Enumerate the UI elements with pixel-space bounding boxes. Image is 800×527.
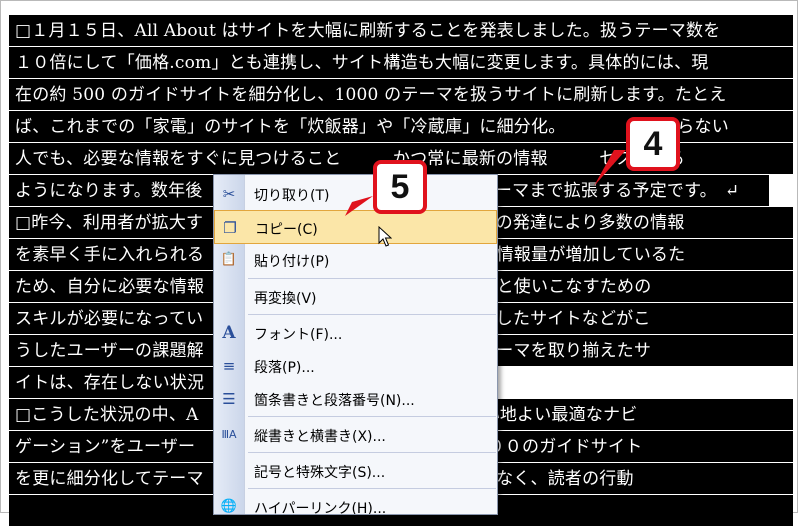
menu-item-bullets-numbering[interactable]: ☰ 箇条書きと段落番号(N)... <box>214 382 497 416</box>
menu-item-label: 段落(P)... <box>254 360 315 376</box>
font-icon: A <box>222 323 236 343</box>
menu-item-label: コピー(C) <box>255 222 318 238</box>
menu-item-label: 切り取り(T) <box>254 188 330 204</box>
menu-item-label: 記号と特殊文字(S)... <box>254 465 386 481</box>
menu-separator <box>248 452 496 453</box>
callout-step-5: 5 <box>373 160 427 214</box>
menu-item-paste[interactable]: 📋 貼り付け(P) <box>214 243 497 277</box>
menu-item-label: フォント(F)... <box>254 327 343 343</box>
menu-item-symbols[interactable]: 記号と特殊文字(S)... <box>214 454 497 488</box>
callout-step-4: 4 <box>626 117 680 171</box>
line-text: １０倍にして「価格.com」とも連携し、サイト構造も大幅に変更します。具体的には… <box>15 53 709 73</box>
text-line[interactable]: □１月１５日、All About はサイトを大幅に刷新することを発表しました。扱… <box>9 15 793 47</box>
line-text <box>15 499 32 523</box>
mouse-cursor-icon <box>378 226 392 247</box>
paste-icon: 📋 <box>220 252 238 267</box>
vertical-text-icon: ⅢA <box>221 428 237 441</box>
menu-separator <box>248 488 496 489</box>
menu-item-paragraph[interactable]: ≡ 段落(P)... <box>214 349 497 383</box>
copy-icon: ❐ <box>223 219 237 237</box>
menu-item-label: ハイパーリンク(H)... <box>254 501 387 515</box>
context-menu: ✂ 切り取り(T) ❐ コピー(C) 📋 貼り付け(P) 再変換(V) A フォ… <box>213 174 498 515</box>
line-text: イトは、存在しない状況 <box>15 373 205 393</box>
bullets-icon: ☰ <box>222 390 236 408</box>
menu-item-hyperlink[interactable]: 🌐 ハイパーリンク(H)... <box>214 490 497 515</box>
menu-separator <box>248 314 496 315</box>
text-line[interactable]: 在の約 500 のガイドサイトを細分化し、1000 のテーマを扱うサイトに刷新し… <box>9 79 793 111</box>
menu-item-label: 箇条書きと段落番号(N)... <box>254 393 415 409</box>
menu-item-cut[interactable]: ✂ 切り取り(T) <box>214 177 497 211</box>
menu-item-text-direction[interactable]: ⅢA 縦書きと横書き(X)... <box>214 418 497 452</box>
line-text: 在の約 500 のガイドサイトを細分化し、1000 のテーマを扱うサイトに刷新し… <box>15 85 727 105</box>
text-line[interactable]: １０倍にして「価格.com」とも連携し、サイト構造も大幅に変更します。具体的には… <box>9 47 793 79</box>
menu-item-label: 貼り付け(P) <box>254 254 330 270</box>
scissors-icon: ✂ <box>222 185 236 203</box>
line-text: 人でも、必要な情報をすぐに見つけること かつ常に最新の情報 セスできる <box>15 149 685 169</box>
hyperlink-icon: 🌐 <box>220 499 238 514</box>
menu-item-label: 縦書きと横書き(X)... <box>254 429 386 445</box>
menu-item-copy[interactable]: ❐ コピー(C) <box>214 210 497 244</box>
line-text: ば、これまでの「家電」のサイトを「炊飯器」や「冷蔵庫」に細分化。 を知らない <box>15 117 729 137</box>
menu-separator <box>248 416 496 417</box>
line-text: □１月１５日、All About はサイトを大幅に刷新することを発表しました。扱… <box>15 21 721 41</box>
menu-item-reconvert[interactable]: 再変換(V) <box>214 280 497 314</box>
menu-item-font[interactable]: A フォント(F)... <box>214 316 497 350</box>
menu-separator <box>248 278 496 279</box>
menu-item-label: 再変換(V) <box>254 291 317 307</box>
paragraph-mark-icon: ↵ <box>724 181 740 201</box>
paragraph-icon: ≡ <box>222 357 236 375</box>
